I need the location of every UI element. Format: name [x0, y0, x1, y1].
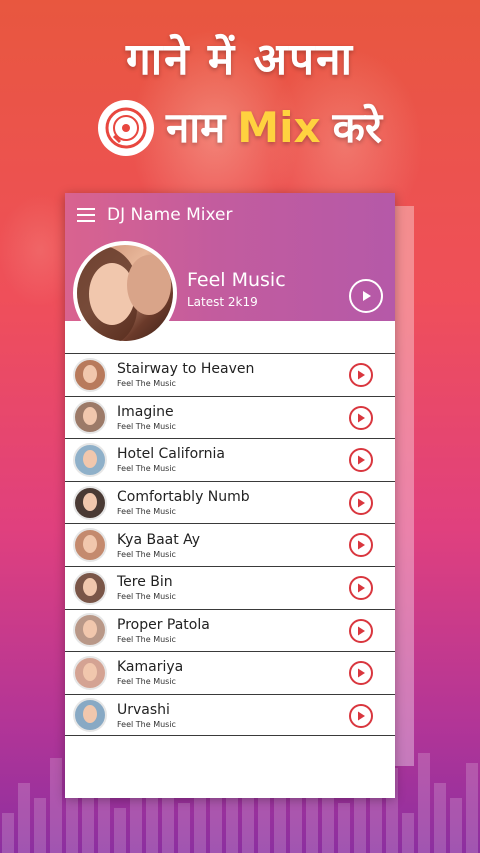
- song-row[interactable]: Stairway to Heaven Feel The Music: [65, 353, 395, 396]
- song-text: Imagine Feel The Music: [117, 404, 176, 431]
- song-title: Kamariya: [117, 659, 184, 676]
- song-thumbnail: [73, 357, 107, 392]
- song-text: Tere Bin Feel The Music: [117, 574, 176, 601]
- song-artist: Feel The Music: [117, 677, 176, 687]
- song-artist: Feel The Music: [117, 719, 176, 729]
- song-play-button[interactable]: [349, 405, 373, 430]
- song-artist: Feel The Music: [117, 507, 176, 517]
- song-text: Kya Baat Ay Feel The Music: [117, 532, 200, 559]
- song-row[interactable]: Tere Bin Feel The Music: [65, 565, 395, 609]
- play-icon: [358, 626, 365, 636]
- song-play-button[interactable]: [349, 490, 373, 515]
- song-row[interactable]: Urvashi Feel The Music: [65, 693, 395, 737]
- song-play-button[interactable]: [349, 703, 373, 728]
- song-title: Hotel California: [117, 446, 226, 463]
- promo-word-kare: करे: [332, 103, 383, 152]
- song-artist: Feel The Music: [117, 464, 176, 474]
- promo-line-2: नाम Mix करे: [0, 100, 480, 156]
- song-play-button[interactable]: [349, 661, 373, 686]
- song-row[interactable]: Proper Patola Feel The Music: [65, 608, 395, 652]
- song-play-button[interactable]: [349, 533, 373, 558]
- song-play-button[interactable]: [349, 363, 373, 387]
- featured-name: Feel Music: [187, 269, 286, 291]
- song-thumbnail: [73, 613, 107, 648]
- song-thumbnail: [73, 442, 107, 477]
- app-title: DJ Name Mixer: [107, 205, 233, 225]
- song-thumbnail: [73, 485, 107, 520]
- song-title: Comfortably Numb: [117, 489, 250, 506]
- play-icon: [358, 540, 365, 550]
- play-icon: [358, 455, 365, 465]
- song-artist: Feel The Music: [117, 592, 176, 602]
- song-thumbnail: [73, 400, 107, 435]
- play-icon: [358, 498, 365, 508]
- menu-icon[interactable]: [77, 208, 95, 222]
- song-artist: Feel The Music: [117, 549, 176, 559]
- song-text: Urvashi Feel The Music: [117, 702, 176, 729]
- song-artist: Feel The Music: [117, 634, 176, 644]
- song-title: Urvashi: [117, 701, 170, 718]
- song-title: Tere Bin: [117, 574, 173, 591]
- song-artist: Feel The Music: [117, 379, 176, 389]
- song-row[interactable]: Kya Baat Ay Feel The Music: [65, 523, 395, 566]
- song-thumbnail: [73, 698, 107, 733]
- song-thumbnail: [73, 528, 107, 563]
- disc-icon: [97, 100, 154, 156]
- play-icon: [363, 291, 371, 301]
- play-icon: [358, 583, 365, 593]
- featured-play-button[interactable]: [349, 279, 383, 313]
- featured-info: Feel Music Latest 2k19: [187, 269, 286, 309]
- song-play-button[interactable]: [349, 575, 373, 600]
- song-title: Stairway to Heaven: [117, 361, 255, 378]
- song-row[interactable]: Kamariya Feel The Music: [65, 651, 395, 694]
- phone-card: DJ Name Mixer Feel Music Latest 2k19 Sta…: [65, 193, 395, 798]
- play-icon: [358, 370, 365, 380]
- play-icon: [358, 668, 365, 678]
- play-icon: [358, 413, 365, 423]
- promo-headline: गाने में अपना नाम Mix करे: [0, 30, 480, 156]
- promo-line-1: गाने में अपना: [126, 34, 354, 85]
- song-play-button[interactable]: [349, 448, 373, 473]
- app-header: DJ Name Mixer Feel Music Latest 2k19: [65, 193, 395, 345]
- song-list: Stairway to Heaven Feel The Music Imagin…: [65, 353, 395, 737]
- song-title: Kya Baat Ay: [117, 531, 201, 548]
- song-artist: Feel The Music: [117, 421, 176, 431]
- song-thumbnail: [73, 570, 107, 605]
- card-shadow: [394, 206, 414, 766]
- song-play-button[interactable]: [349, 618, 373, 643]
- song-row[interactable]: Hotel California Feel The Music: [65, 438, 395, 481]
- song-title: Imagine: [117, 403, 174, 420]
- song-text: Comfortably Numb Feel The Music: [117, 489, 250, 516]
- promo-word-mix: Mix: [237, 103, 321, 152]
- promo-word-naam: नाम: [165, 103, 226, 152]
- song-text: Stairway to Heaven Feel The Music: [117, 361, 254, 388]
- song-text: Proper Patola Feel The Music: [117, 617, 210, 644]
- toolbar: DJ Name Mixer: [65, 193, 395, 237]
- play-icon: [358, 711, 365, 721]
- song-row[interactable]: Imagine Feel The Music: [65, 395, 395, 439]
- featured-avatar: [73, 241, 177, 345]
- song-row[interactable]: Comfortably Numb Feel The Music: [65, 480, 395, 524]
- song-text: Kamariya Feel The Music: [117, 659, 183, 686]
- song-thumbnail: [73, 655, 107, 690]
- song-title: Proper Patola: [117, 616, 210, 633]
- featured-subtitle: Latest 2k19: [187, 295, 258, 309]
- song-text: Hotel California Feel The Music: [117, 446, 225, 473]
